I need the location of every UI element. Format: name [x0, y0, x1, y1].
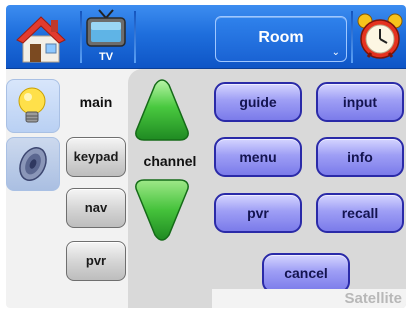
topbar-divider	[134, 11, 136, 63]
room-select[interactable]: Room ⌄	[215, 16, 347, 62]
input-button[interactable]: input	[316, 82, 404, 122]
topbar-divider	[351, 11, 353, 63]
recall-button[interactable]: recall	[316, 193, 404, 233]
tv-button[interactable]: TV	[82, 8, 130, 65]
channel-up-button[interactable]	[134, 77, 190, 143]
remote-app: TV Room ⌄ main keypad nav pvr channel gu…	[6, 5, 406, 308]
audio-tab[interactable]	[6, 137, 60, 191]
control-panel: channel guide input menu info pvr recall…	[128, 69, 406, 308]
lightbulb-icon	[18, 87, 46, 123]
alarm-button[interactable]	[356, 8, 406, 65]
cancel-button[interactable]: cancel	[262, 253, 350, 293]
info-button[interactable]: info	[316, 137, 404, 177]
home-button[interactable]	[6, 8, 78, 65]
top-bar: TV Room ⌄	[6, 5, 406, 69]
nav-button[interactable]: nav	[66, 188, 126, 228]
keypad-button[interactable]: keypad	[66, 137, 126, 177]
speaker-icon	[19, 147, 47, 181]
tv-label: TV	[98, 51, 114, 63]
chevron-down-icon: ⌄	[331, 47, 340, 58]
alarm-clock-icon	[357, 13, 403, 59]
menu-button[interactable]: menu	[214, 137, 302, 177]
pvr-page-button[interactable]: pvr	[66, 241, 126, 281]
house-icon	[16, 16, 66, 63]
channel-label: channel	[143, 153, 197, 169]
lights-tab[interactable]	[6, 79, 60, 133]
guide-button[interactable]: guide	[214, 82, 302, 122]
channel-down-button[interactable]	[134, 177, 190, 243]
main-label: main	[79, 94, 113, 110]
pvr-button[interactable]: pvr	[214, 193, 302, 233]
television-icon	[86, 9, 126, 47]
room-label: Room	[258, 29, 304, 46]
status-bar: Satellite	[212, 289, 406, 308]
source-status: Satellite	[344, 290, 402, 307]
